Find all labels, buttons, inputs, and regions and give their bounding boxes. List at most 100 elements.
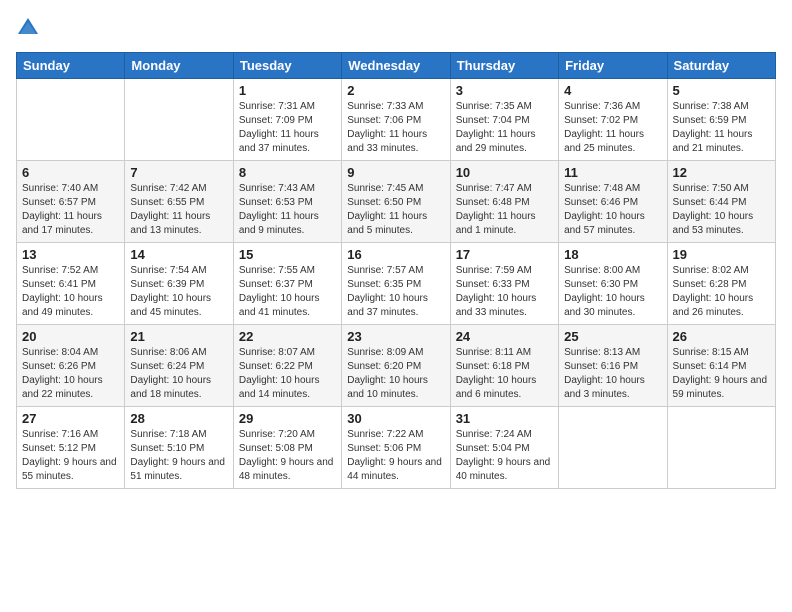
day-info: Sunrise: 8:11 AMSunset: 6:18 PMDaylight:… (456, 346, 553, 402)
day-info: Sunrise: 7:40 AMSunset: 6:57 PMDaylight:… (22, 182, 119, 238)
day-number: 16 (347, 247, 444, 262)
calendar-cell: 9 Sunrise: 7:45 AMSunset: 6:50 PMDaylight… (342, 161, 450, 243)
day-number: 6 (22, 165, 119, 180)
calendar-cell: 29 Sunrise: 7:20 AMSunset: 5:08 PMDayligh… (233, 407, 341, 489)
day-info: Sunrise: 8:00 AMSunset: 6:30 PMDaylight:… (564, 264, 661, 320)
logo (16, 16, 44, 40)
calendar-cell: 23 Sunrise: 8:09 AMSunset: 6:20 PMDayligh… (342, 325, 450, 407)
day-info: Sunrise: 7:52 AMSunset: 6:41 PMDaylight:… (22, 264, 119, 320)
calendar-cell (125, 79, 233, 161)
day-number: 24 (456, 329, 553, 344)
calendar-cell: 18 Sunrise: 8:00 AMSunset: 6:30 PMDayligh… (559, 243, 667, 325)
weekday-header-monday: Monday (125, 53, 233, 79)
calendar-cell: 22 Sunrise: 8:07 AMSunset: 6:22 PMDayligh… (233, 325, 341, 407)
day-info: Sunrise: 8:07 AMSunset: 6:22 PMDaylight:… (239, 346, 336, 402)
day-info: Sunrise: 7:20 AMSunset: 5:08 PMDaylight:… (239, 428, 336, 484)
day-info: Sunrise: 7:48 AMSunset: 6:46 PMDaylight:… (564, 182, 661, 238)
day-number: 2 (347, 83, 444, 98)
calendar-cell (559, 407, 667, 489)
calendar-cell (17, 79, 125, 161)
day-number: 14 (130, 247, 227, 262)
day-info: Sunrise: 8:04 AMSunset: 6:26 PMDaylight:… (22, 346, 119, 402)
day-info: Sunrise: 7:31 AMSunset: 7:09 PMDaylight:… (239, 100, 336, 156)
calendar-cell: 28 Sunrise: 7:18 AMSunset: 5:10 PMDayligh… (125, 407, 233, 489)
day-number: 8 (239, 165, 336, 180)
day-number: 28 (130, 411, 227, 426)
calendar-table: SundayMondayTuesdayWednesdayThursdayFrid… (16, 52, 776, 489)
calendar-cell: 10Sunrise: 7:47 AMSunset: 6:48 PMDayligh… (450, 161, 558, 243)
day-info: Sunrise: 7:22 AMSunset: 5:06 PMDaylight:… (347, 428, 444, 484)
logo-icon (16, 16, 40, 40)
day-info: Sunrise: 7:33 AMSunset: 7:06 PMDaylight:… (347, 100, 444, 156)
calendar-cell: 21 Sunrise: 8:06 AMSunset: 6:24 PMDayligh… (125, 325, 233, 407)
day-info: Sunrise: 8:02 AMSunset: 6:28 PMDaylight:… (673, 264, 770, 320)
calendar-cell: 7 Sunrise: 7:42 AMSunset: 6:55 PMDaylight… (125, 161, 233, 243)
day-number: 29 (239, 411, 336, 426)
day-info: Sunrise: 7:55 AMSunset: 6:37 PMDaylight:… (239, 264, 336, 320)
weekday-header-thursday: Thursday (450, 53, 558, 79)
day-number: 19 (673, 247, 770, 262)
day-number: 12 (673, 165, 770, 180)
calendar-cell: 12 Sunrise: 7:50 AMSunset: 6:44 PMDayligh… (667, 161, 775, 243)
weekday-header-wednesday: Wednesday (342, 53, 450, 79)
weekday-header-friday: Friday (559, 53, 667, 79)
calendar-cell (667, 407, 775, 489)
day-number: 15 (239, 247, 336, 262)
calendar-cell: 6 Sunrise: 7:40 AMSunset: 6:57 PMDaylight… (17, 161, 125, 243)
calendar-cell: 26 Sunrise: 8:15 AMSunset: 6:14 PMDayligh… (667, 325, 775, 407)
day-number: 10 (456, 165, 553, 180)
calendar-week-row: 6 Sunrise: 7:40 AMSunset: 6:57 PMDaylight… (17, 161, 776, 243)
weekday-header-saturday: Saturday (667, 53, 775, 79)
day-info: Sunrise: 7:36 AMSunset: 7:02 PMDaylight:… (564, 100, 661, 156)
day-number: 13 (22, 247, 119, 262)
day-info: Sunrise: 8:15 AMSunset: 6:14 PMDaylight:… (673, 346, 770, 402)
calendar-cell: 15 Sunrise: 7:55 AMSunset: 6:37 PMDayligh… (233, 243, 341, 325)
calendar-cell: 17Sunrise: 7:59 AMSunset: 6:33 PMDayligh… (450, 243, 558, 325)
day-number: 23 (347, 329, 444, 344)
day-info: Sunrise: 7:18 AMSunset: 5:10 PMDaylight:… (130, 428, 227, 484)
day-number: 22 (239, 329, 336, 344)
calendar-cell: 3Sunrise: 7:35 AMSunset: 7:04 PMDaylight… (450, 79, 558, 161)
calendar-cell: 4 Sunrise: 7:36 AMSunset: 7:02 PMDaylight… (559, 79, 667, 161)
calendar-cell: 30 Sunrise: 7:22 AMSunset: 5:06 PMDayligh… (342, 407, 450, 489)
day-info: Sunrise: 7:54 AMSunset: 6:39 PMDaylight:… (130, 264, 227, 320)
day-number: 7 (130, 165, 227, 180)
day-number: 5 (673, 83, 770, 98)
calendar-cell: 2 Sunrise: 7:33 AMSunset: 7:06 PMDaylight… (342, 79, 450, 161)
day-number: 27 (22, 411, 119, 426)
calendar-cell: 24 Sunrise: 8:11 AMSunset: 6:18 PMDayligh… (450, 325, 558, 407)
weekday-header-tuesday: Tuesday (233, 53, 341, 79)
day-number: 31 (456, 411, 553, 426)
day-number: 18 (564, 247, 661, 262)
day-info: Sunrise: 7:57 AMSunset: 6:35 PMDaylight:… (347, 264, 444, 320)
calendar-cell: 5Sunrise: 7:38 AMSunset: 6:59 PMDaylight… (667, 79, 775, 161)
day-info: Sunrise: 7:43 AMSunset: 6:53 PMDaylight:… (239, 182, 336, 238)
calendar-cell: 19 Sunrise: 8:02 AMSunset: 6:28 PMDayligh… (667, 243, 775, 325)
day-info: Sunrise: 8:13 AMSunset: 6:16 PMDaylight:… (564, 346, 661, 402)
calendar-cell: 11 Sunrise: 7:48 AMSunset: 6:46 PMDayligh… (559, 161, 667, 243)
weekday-header-sunday: Sunday (17, 53, 125, 79)
day-number: 30 (347, 411, 444, 426)
day-info: Sunrise: 7:50 AMSunset: 6:44 PMDaylight:… (673, 182, 770, 238)
day-number: 4 (564, 83, 661, 98)
calendar-cell: 25 Sunrise: 8:13 AMSunset: 6:16 PMDayligh… (559, 325, 667, 407)
day-number: 11 (564, 165, 661, 180)
day-info: Sunrise: 7:24 AMSunset: 5:04 PMDaylight:… (456, 428, 553, 484)
day-info: Sunrise: 7:45 AMSunset: 6:50 PMDaylight:… (347, 182, 444, 238)
calendar-cell: 1Sunrise: 7:31 AMSunset: 7:09 PMDaylight… (233, 79, 341, 161)
day-number: 3 (456, 83, 553, 98)
calendar-header-row: SundayMondayTuesdayWednesdayThursdayFrid… (17, 53, 776, 79)
day-number: 21 (130, 329, 227, 344)
day-number: 25 (564, 329, 661, 344)
calendar-week-row: 1Sunrise: 7:31 AMSunset: 7:09 PMDaylight… (17, 79, 776, 161)
day-number: 26 (673, 329, 770, 344)
day-info: Sunrise: 7:42 AMSunset: 6:55 PMDaylight:… (130, 182, 227, 238)
day-info: Sunrise: 8:06 AMSunset: 6:24 PMDaylight:… (130, 346, 227, 402)
page-header (16, 16, 776, 40)
calendar-cell: 8 Sunrise: 7:43 AMSunset: 6:53 PMDaylight… (233, 161, 341, 243)
calendar-cell: 16 Sunrise: 7:57 AMSunset: 6:35 PMDayligh… (342, 243, 450, 325)
day-info: Sunrise: 7:59 AMSunset: 6:33 PMDaylight:… (456, 264, 553, 320)
calendar-body: 1Sunrise: 7:31 AMSunset: 7:09 PMDaylight… (17, 79, 776, 489)
day-info: Sunrise: 8:09 AMSunset: 6:20 PMDaylight:… (347, 346, 444, 402)
day-number: 9 (347, 165, 444, 180)
